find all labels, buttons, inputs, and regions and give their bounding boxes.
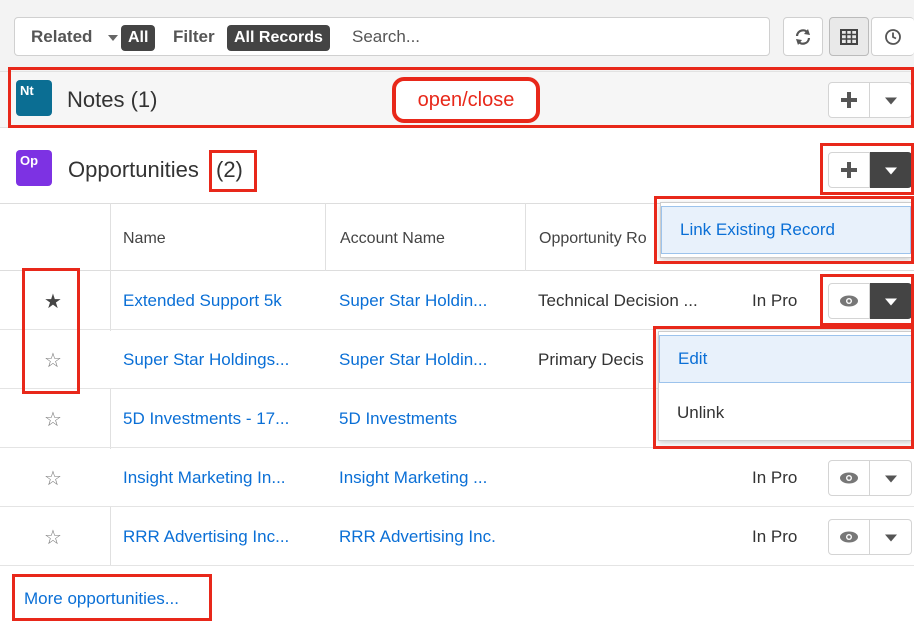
favorite-star-icon[interactable]: ☆ bbox=[44, 466, 62, 491]
related-all-pill[interactable]: All bbox=[121, 25, 156, 51]
activity-stream-button[interactable] bbox=[871, 17, 914, 56]
opportunities-title[interactable]: Opportunities bbox=[68, 157, 199, 183]
filter-label: Filter bbox=[173, 27, 215, 46]
clock-icon bbox=[885, 28, 901, 45]
search-input[interactable]: Search... bbox=[352, 27, 420, 47]
opportunity-role-cell: Technical Decision ... bbox=[538, 291, 698, 310]
caret-down-icon bbox=[884, 475, 897, 483]
account-name-link[interactable]: Super Star Holdin... bbox=[339, 291, 487, 311]
account-name-link[interactable]: Insight Marketing ... bbox=[339, 468, 487, 488]
row-menu-highlight-box bbox=[653, 326, 914, 449]
eye-icon bbox=[840, 531, 858, 543]
opportunity-name-link[interactable]: 5D Investments - 17... bbox=[123, 409, 289, 429]
favorites-highlight-box bbox=[22, 268, 80, 394]
account-name-link[interactable]: 5D Investments bbox=[339, 409, 457, 429]
column-header-name[interactable]: Name bbox=[123, 230, 166, 248]
refresh-button[interactable] bbox=[783, 17, 823, 56]
table-row: ☆ Insight Marketing In... Insight Market… bbox=[0, 449, 914, 507]
caret-down-icon bbox=[884, 534, 897, 542]
row-actions-dropdown[interactable] bbox=[870, 519, 912, 555]
row-actions-dropdown[interactable] bbox=[870, 460, 912, 496]
filter-all-records-pill[interactable]: All Records bbox=[227, 25, 330, 51]
grid-icon bbox=[840, 28, 858, 45]
table-row: ★ Extended Support 5k Super Star Holdin.… bbox=[0, 272, 914, 330]
related-chevron-icon[interactable] bbox=[108, 35, 118, 41]
create-actions-highlight-box bbox=[820, 143, 914, 195]
preview-button[interactable] bbox=[828, 460, 870, 496]
count-highlight-box bbox=[209, 150, 257, 192]
row-actions-highlight-box bbox=[820, 274, 914, 326]
opportunity-name-link[interactable]: Extended Support 5k bbox=[123, 291, 282, 311]
open-close-annotation: open/close bbox=[392, 77, 540, 123]
account-name-link[interactable]: Super Star Holdin... bbox=[339, 350, 487, 370]
list-view-button[interactable] bbox=[829, 17, 869, 56]
opportunity-name-link[interactable]: Super Star Holdings... bbox=[123, 350, 289, 370]
sales-stage-cell: In Pro bbox=[752, 291, 798, 310]
opportunities-module-icon: Op bbox=[16, 150, 52, 186]
more-link-highlight-box bbox=[12, 574, 212, 621]
filter-search-bar[interactable]: Related All Filter All Records Search... bbox=[14, 17, 770, 56]
sales-stage-cell: In Pro bbox=[752, 468, 798, 487]
preview-button[interactable] bbox=[828, 519, 870, 555]
sales-stage-cell: In Pro bbox=[752, 527, 798, 546]
column-header-opportunity-role[interactable]: Opportunity Ro bbox=[539, 230, 647, 248]
opportunity-role-cell: Primary Decis bbox=[538, 350, 644, 369]
opportunity-name-link[interactable]: RRR Advertising Inc... bbox=[123, 527, 289, 547]
table-row: ☆ RRR Advertising Inc... RRR Advertising… bbox=[0, 508, 914, 566]
column-divider bbox=[325, 203, 326, 271]
account-name-link[interactable]: RRR Advertising Inc. bbox=[339, 527, 496, 547]
eye-icon bbox=[840, 472, 858, 484]
favorite-star-icon[interactable]: ☆ bbox=[44, 407, 62, 432]
column-divider bbox=[525, 203, 526, 271]
link-existing-highlight-box bbox=[654, 196, 914, 264]
related-label[interactable]: Related bbox=[31, 27, 92, 47]
column-header-account-name[interactable]: Account Name bbox=[340, 230, 445, 248]
refresh-icon bbox=[795, 28, 811, 45]
opportunity-name-link[interactable]: Insight Marketing In... bbox=[123, 468, 286, 488]
toolbar: Related All Filter All Records Search... bbox=[0, 0, 914, 72]
favorite-star-icon[interactable]: ☆ bbox=[44, 525, 62, 550]
